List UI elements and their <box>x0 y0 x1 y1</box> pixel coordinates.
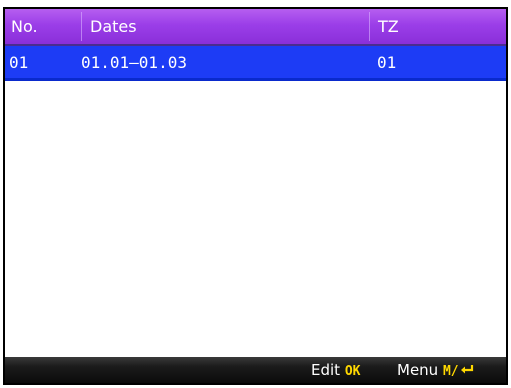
ok-key-hint: OK <box>344 364 361 379</box>
row-dates-cell: 01.01—01.03 <box>81 53 187 72</box>
menu-label: Menu <box>397 361 439 379</box>
list-panel: No. Dates TZ 01 01.01—01.03 01 Edit OK M… <box>3 7 508 385</box>
column-header-dates: Dates <box>90 17 137 36</box>
row-no-cell: 01 <box>9 53 29 72</box>
device-screen: No. Dates TZ 01 01.01—01.03 01 Edit OK M… <box>0 0 511 388</box>
column-divider <box>81 12 82 41</box>
softkey-bar: Edit OK Menu M/ <box>5 357 506 383</box>
enter-icon <box>460 358 474 384</box>
edit-label: Edit <box>311 361 341 379</box>
menu-softkey[interactable]: Menu M/ <box>397 357 474 383</box>
column-header-tz: TZ <box>378 17 399 36</box>
edit-softkey[interactable]: Edit OK <box>311 357 361 383</box>
table-header: No. Dates TZ <box>5 9 506 46</box>
row-tz-cell: 01 <box>377 53 397 72</box>
column-header-no: No. <box>11 17 38 36</box>
column-divider <box>369 12 370 41</box>
table-row[interactable]: 01 01.01—01.03 01 <box>5 46 506 81</box>
menu-key-hint: M/ <box>442 364 459 379</box>
